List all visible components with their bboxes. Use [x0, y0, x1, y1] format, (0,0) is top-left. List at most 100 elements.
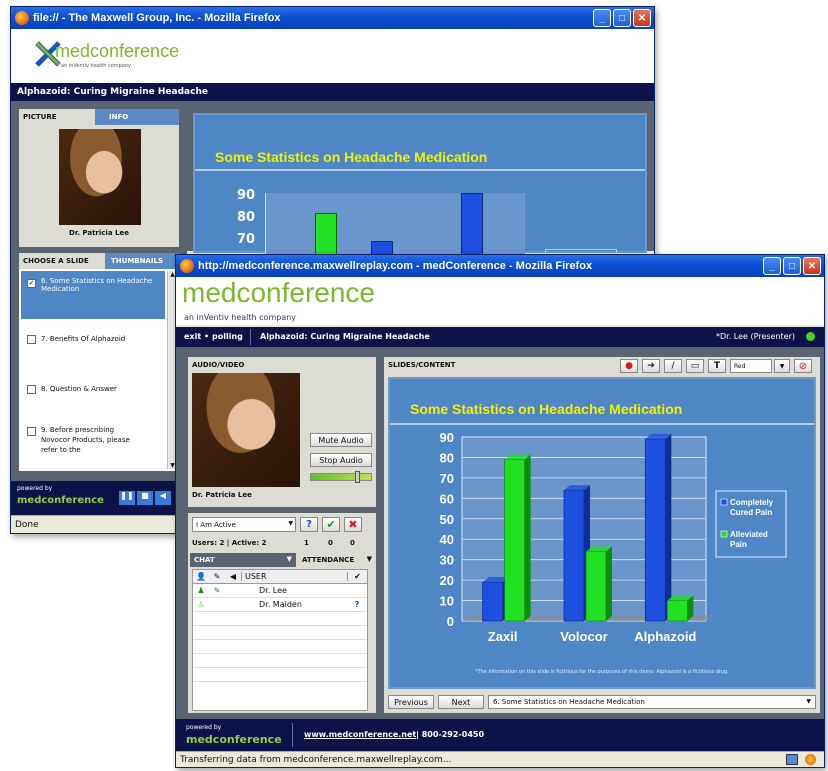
attendance-tab[interactable]: ATTENDANCE ▼: [298, 553, 376, 567]
y-tick-label: 10: [440, 594, 454, 609]
front-title-bar[interactable]: http://medconference.maxwellreplay.com -…: [176, 255, 824, 277]
bar-side: [665, 434, 672, 621]
front-window-title: http://medconference.maxwellreplay.com -…: [198, 260, 593, 272]
color-select-value: Red: [734, 363, 746, 370]
pointer-dot-button[interactable]: ●: [620, 359, 638, 373]
tab-thumbnails[interactable]: THUMBNAILS: [105, 253, 179, 269]
pen-tool-button[interactable]: /: [664, 359, 682, 373]
x-tick-label: Zaxil: [488, 629, 518, 644]
help-button[interactable]: ?: [300, 517, 318, 532]
exit-link[interactable]: exit: [184, 332, 201, 341]
check-col-icon[interactable]: ✔: [347, 572, 367, 581]
checkbox-icon[interactable]: [27, 427, 36, 436]
presenter-person-icon: ♟: [197, 586, 205, 595]
tab-choose-slide[interactable]: CHOOSE A SLIDE: [19, 253, 105, 269]
polling-link[interactable]: polling: [212, 332, 243, 341]
color-select[interactable]: Red: [730, 359, 772, 373]
checkbox-icon[interactable]: [27, 385, 36, 394]
stop-button[interactable]: ■: [137, 491, 153, 505]
chat-tab[interactable]: CHAT ▼: [190, 553, 296, 567]
tab-info[interactable]: INFO: [95, 109, 179, 125]
chevron-down-icon: ▼: [806, 698, 811, 705]
slide-item-9[interactable]: 9. Before prescribing Novocor Products, …: [21, 415, 165, 467]
stop-audio-button[interactable]: Stop Audio: [310, 453, 372, 467]
text-tool-button[interactable]: T: [708, 359, 726, 373]
tick-label: 70: [237, 232, 256, 247]
front-presenter-name: Dr. Patricia Lee: [192, 491, 252, 499]
user-col-header[interactable]: USER: [241, 572, 347, 581]
y-tick-label: 60: [440, 491, 454, 506]
y-tick-label: 40: [440, 532, 454, 547]
y-tick-label: 90: [440, 430, 454, 445]
volume-handle[interactable]: [355, 471, 360, 483]
legend-label: Completely: [730, 498, 774, 507]
bar: [482, 581, 504, 622]
volume-slider[interactable]: [310, 471, 372, 483]
powered-brand: medconference: [186, 733, 282, 746]
audio-icon[interactable]: ◀: [225, 572, 241, 581]
slide-item-6[interactable]: ✓ 6. Some Statistics on Headache Medicat…: [21, 271, 165, 319]
back-header: medconference an inVentiv health company: [11, 29, 654, 83]
checkmark-button[interactable]: ✔: [322, 517, 340, 532]
clear-annotations-button[interactable]: ⊘: [794, 359, 812, 373]
back-chart-grid: [265, 193, 525, 263]
maximize-button[interactable]: □: [613, 9, 631, 27]
footer-link[interactable]: www.medconference.net: [304, 730, 416, 739]
powered-by-label: powered by: [186, 724, 222, 731]
pen-icon[interactable]: ✎: [209, 572, 225, 581]
bar-chart: 0 10 20 30 40 50 60 70 80 90 Zaxil Volocor Alphazoid…: [440, 430, 787, 644]
minimize-button[interactable]: _: [763, 257, 781, 275]
bar: [666, 600, 688, 622]
slide-select[interactable]: 6. Some Statistics on Headache Medicatio…: [488, 695, 816, 709]
back-title-bar[interactable]: file:// - The Maxwell Group, Inc. - Mozi…: [11, 7, 654, 29]
arrow-tool-button[interactable]: ➔: [642, 359, 660, 373]
y-tick-label: 70: [440, 471, 454, 486]
pause-button[interactable]: ❚❚: [119, 491, 135, 505]
slide-item-7[interactable]: 7. Benefits Of Alphazoid: [21, 323, 165, 367]
x-tick-label: Volocor: [560, 629, 607, 644]
front-footer: powered by medconference www.medconferen…: [176, 719, 824, 751]
table-row[interactable]: ♟ ✎ Dr. Lee: [193, 584, 367, 598]
front-status-bar: Transferring data from medconference.max…: [176, 751, 824, 767]
table-row-empty: [193, 654, 367, 668]
checkbox-icon[interactable]: [27, 335, 36, 344]
bar-side: [524, 454, 531, 621]
chevron-down-icon: ▼: [366, 555, 372, 563]
slide-footnote: *The information on this slide is fictit…: [475, 669, 729, 675]
y-tick-label: 30: [440, 553, 454, 568]
bar: [585, 551, 607, 622]
previous-button[interactable]: Previous: [388, 695, 434, 709]
online-status-icon: [806, 332, 815, 341]
slide-label: 7. Benefits Of Alphazoid: [41, 335, 126, 343]
pen-icon: ✎: [213, 586, 221, 595]
close-button[interactable]: ✕: [803, 257, 821, 275]
cancel-button[interactable]: ✖: [344, 517, 362, 532]
user-name: Dr. Lee: [259, 586, 287, 595]
rectangle-tool-button[interactable]: ▭: [686, 359, 704, 373]
status-select[interactable]: I Am Active ▼: [192, 517, 296, 532]
chat-label: CHAT: [194, 556, 215, 564]
back-picture-panel: PICTURE INFO Dr. Patricia Lee: [19, 109, 179, 247]
next-button[interactable]: Next: [438, 695, 484, 709]
minimize-button[interactable]: _: [593, 9, 611, 27]
maximize-button[interactable]: □: [783, 257, 801, 275]
back-logo-sub: an inVentiv health company: [61, 63, 132, 69]
mute-audio-button[interactable]: Mute Audio: [310, 433, 372, 447]
slide-item-8[interactable]: 8. Question & Answer: [21, 371, 165, 411]
table-row-empty: [193, 626, 367, 640]
nav-divider: [250, 329, 251, 345]
person-icon[interactable]: 👤: [193, 572, 209, 581]
checkbox-icon[interactable]: ✓: [27, 279, 36, 288]
front-slide: Some Statistics on Headache Medication 0…: [388, 377, 816, 689]
table-row[interactable]: ♙ Dr. Maiden ?: [193, 598, 367, 612]
front-logo-text: medconference: [182, 277, 376, 308]
close-button[interactable]: ✕: [633, 9, 651, 27]
slide-label: 6. Some Statistics on Headache Medicatio…: [41, 277, 153, 293]
tab-picture[interactable]: PICTURE: [19, 109, 89, 125]
front-slide-title: Some Statistics on Headache Medication: [410, 401, 683, 417]
chevron-down-icon[interactable]: ▼: [774, 359, 790, 373]
y-tick-label: 80: [440, 450, 454, 465]
presenter-video: [192, 373, 300, 487]
chevron-down-icon: ▼: [288, 520, 293, 527]
rewind-button[interactable]: ◀: [155, 491, 171, 505]
